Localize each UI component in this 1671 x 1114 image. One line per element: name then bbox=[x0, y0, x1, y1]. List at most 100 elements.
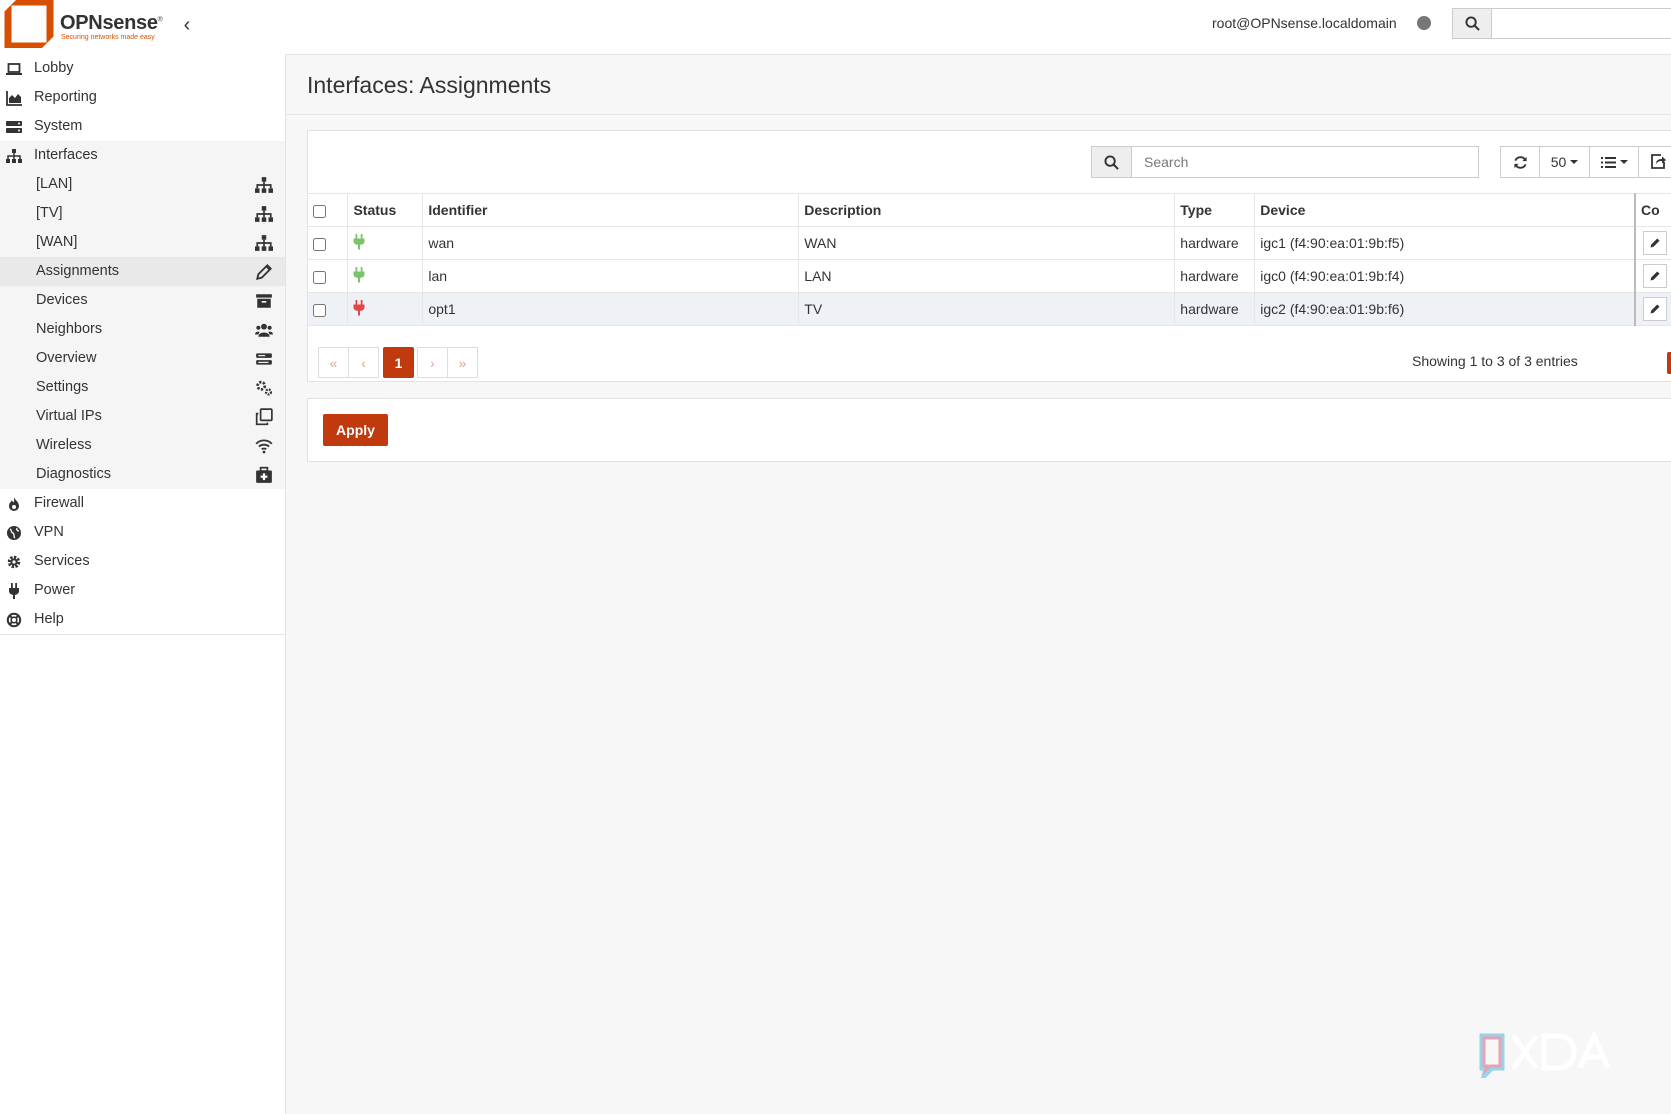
sidebar-item-label: [LAN] bbox=[36, 176, 73, 192]
plug-status-up-icon bbox=[353, 266, 365, 282]
sidebar-item-tv[interactable]: [TV] bbox=[0, 199, 285, 228]
sidebar-item-label: System bbox=[34, 118, 83, 134]
sidebar-item-lobby[interactable]: Lobby bbox=[0, 54, 285, 83]
row-checkbox[interactable] bbox=[313, 303, 326, 317]
table-row[interactable]: lan LAN hardware igc0 (f4:90:ea:01:9b:f4… bbox=[308, 259, 1671, 293]
pencil-icon bbox=[1650, 271, 1660, 281]
plug-status-up-icon bbox=[353, 233, 365, 249]
sidebar-item-virtual-ips[interactable]: Virtual IPs bbox=[0, 402, 285, 431]
row-type: hardware bbox=[1174, 226, 1256, 260]
grid-search-button[interactable] bbox=[1091, 146, 1132, 178]
entries-info: Showing 1 to 3 of 3 entries bbox=[1412, 353, 1578, 369]
sidebar-item-label: Virtual IPs bbox=[36, 408, 102, 424]
refresh-icon bbox=[1513, 155, 1527, 169]
life-ring-icon bbox=[6, 612, 22, 628]
caret-down-icon bbox=[1619, 160, 1628, 164]
sidebar-item-firewall[interactable]: Firewall bbox=[0, 489, 285, 518]
sitemap-icon bbox=[255, 235, 273, 251]
edit-row-button[interactable] bbox=[1642, 264, 1667, 288]
page-last-button[interactable]: » bbox=[447, 347, 478, 378]
sidebar-item-label: Wireless bbox=[36, 437, 92, 453]
sidebar-item-lan[interactable]: [LAN] bbox=[0, 170, 285, 199]
sidebar-item-devices[interactable]: Devices bbox=[0, 286, 285, 315]
area-chart-icon bbox=[6, 91, 22, 106]
users-icon bbox=[255, 323, 273, 337]
globe-icon bbox=[7, 526, 21, 540]
grid-search-input[interactable] bbox=[1131, 146, 1479, 178]
sidebar-item-wan[interactable]: [WAN] bbox=[0, 228, 285, 257]
sidebar-item-settings[interactable]: Settings bbox=[0, 373, 285, 402]
page-current-button[interactable]: 1 bbox=[383, 347, 414, 378]
clone-icon bbox=[255, 408, 273, 426]
column-header-device[interactable]: Device bbox=[1254, 193, 1636, 227]
wifi-icon bbox=[255, 439, 273, 454]
sidebar-item-reporting[interactable]: Reporting bbox=[0, 83, 285, 112]
archive-icon bbox=[256, 294, 272, 308]
export-button[interactable] bbox=[1638, 146, 1671, 178]
sidebar-item-wireless[interactable]: Wireless bbox=[0, 431, 285, 460]
row-checkbox[interactable] bbox=[313, 237, 326, 251]
column-header-identifier[interactable]: Identifier bbox=[422, 193, 800, 227]
sidebar-item-assignments[interactable]: Assignments bbox=[0, 257, 285, 286]
pagination: « ‹ 1 › » bbox=[318, 347, 478, 378]
sidebar-item-label: Lobby bbox=[34, 60, 74, 76]
sidebar-item-label: Overview bbox=[36, 350, 97, 366]
divider bbox=[286, 114, 1671, 115]
column-header-description[interactable]: Description bbox=[798, 193, 1176, 227]
page-size-dropdown[interactable]: 50 bbox=[1539, 146, 1590, 178]
column-header-commands[interactable]: Co bbox=[1633, 193, 1671, 227]
refresh-button[interactable] bbox=[1500, 146, 1540, 178]
sidebar-item-neighbors[interactable]: Neighbors bbox=[0, 315, 285, 344]
plug-status-down-icon bbox=[353, 299, 365, 315]
global-search-button[interactable] bbox=[1452, 8, 1492, 39]
sidebar-item-interfaces[interactable]: Interfaces bbox=[0, 141, 285, 170]
sidebar-item-power[interactable]: Power bbox=[0, 576, 285, 605]
collapse-sidebar-icon[interactable]: ‹ bbox=[178, 12, 196, 38]
brand-name: OPNsense® bbox=[60, 12, 163, 34]
add-button-edge[interactable] bbox=[1667, 352, 1671, 374]
sidebar-item-label: Interfaces bbox=[34, 147, 98, 163]
pencil-icon bbox=[256, 263, 273, 280]
table-row[interactable]: wan WAN hardware igc1 (f4:90:ea:01:9b:f5… bbox=[308, 226, 1671, 260]
edit-row-button[interactable] bbox=[1642, 297, 1667, 321]
column-header-type[interactable]: Type bbox=[1174, 193, 1256, 227]
page-size-value: 50 bbox=[1550, 154, 1567, 170]
page-first-button[interactable]: « bbox=[318, 347, 349, 378]
page-next-button[interactable]: › bbox=[417, 347, 448, 378]
medkit-icon bbox=[256, 466, 272, 483]
edit-row-button[interactable] bbox=[1642, 231, 1667, 255]
columns-dropdown[interactable] bbox=[1589, 146, 1639, 178]
cog-icon bbox=[7, 555, 21, 569]
list-icon bbox=[1600, 156, 1616, 168]
row-checkbox[interactable] bbox=[313, 270, 326, 284]
opnsense-logo[interactable] bbox=[4, 0, 54, 48]
column-header-status[interactable]: Status bbox=[347, 193, 424, 227]
row-description: LAN bbox=[798, 259, 1176, 293]
table-row[interactable]: opt1 TV hardware igc2 (f4:90:ea:01:9b:f6… bbox=[308, 292, 1671, 326]
page-prev-button[interactable]: ‹ bbox=[348, 347, 379, 378]
sidebar-item-vpn[interactable]: VPN bbox=[0, 518, 285, 547]
row-identifier: wan bbox=[422, 226, 800, 260]
share-icon bbox=[1651, 154, 1666, 169]
sidebar-item-help[interactable]: Help bbox=[0, 605, 285, 635]
apply-button[interactable]: Apply bbox=[323, 414, 388, 446]
table-header-row: Status Identifier Description Type Devic… bbox=[308, 193, 1671, 227]
sidebar-item-diagnostics[interactable]: Diagnostics bbox=[0, 460, 285, 489]
sidebar-item-overview[interactable]: Overview bbox=[0, 344, 285, 373]
status-indicator-icon[interactable] bbox=[1417, 16, 1431, 30]
select-all-checkbox[interactable] bbox=[313, 204, 326, 218]
user-label[interactable]: root@OPNsense.localdomain bbox=[1212, 15, 1397, 31]
page-title: Interfaces: Assignments bbox=[307, 72, 552, 98]
sidebar-item-system[interactable]: System bbox=[0, 112, 285, 141]
sidebar-item-label: Firewall bbox=[34, 495, 84, 511]
sitemap-icon bbox=[6, 149, 22, 163]
row-device: igc1 (f4:90:ea:01:9b:f5) bbox=[1254, 226, 1636, 260]
search-icon bbox=[1104, 154, 1119, 170]
laptop-icon bbox=[6, 63, 22, 75]
global-search-input[interactable] bbox=[1491, 8, 1671, 39]
sidebar-item-label: Assignments bbox=[36, 263, 120, 279]
caret-down-icon bbox=[1570, 160, 1579, 164]
sidebar: Lobby Reporting System Interfaces [LAN] … bbox=[0, 54, 286, 1114]
sidebar-item-services[interactable]: Services bbox=[0, 547, 285, 576]
sidebar-item-label: Reporting bbox=[34, 89, 97, 105]
